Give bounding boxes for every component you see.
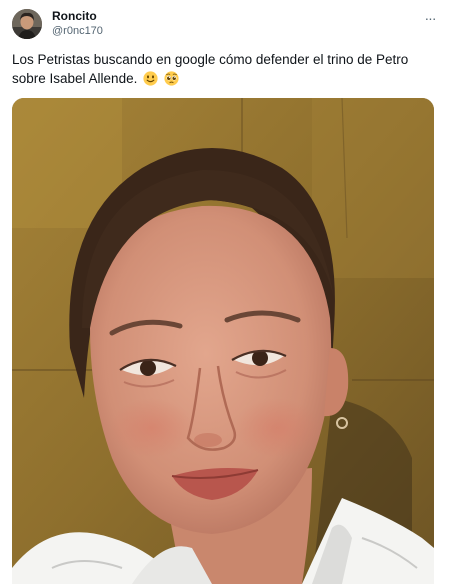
slightly-smiling-face-emoji <box>143 71 158 86</box>
photo-image <box>12 98 434 584</box>
tweet-body: Los Petristas buscando en google cómo de… <box>12 52 409 86</box>
tweet-text: Los Petristas buscando en google cómo de… <box>12 50 443 88</box>
avatar-photo <box>12 9 42 39</box>
more-horizontal-icon: ··· <box>424 10 437 26</box>
tweet-photo[interactable] <box>12 98 434 584</box>
pleading-face-emoji <box>164 71 179 86</box>
display-name[interactable]: Roncito <box>52 9 103 24</box>
more-options-button[interactable]: ··· <box>419 8 441 28</box>
avatar[interactable] <box>12 9 42 39</box>
tweet-header: Roncito @r0nc170 ··· <box>12 6 443 44</box>
author-names: Roncito @r0nc170 <box>52 9 103 38</box>
user-handle[interactable]: @r0nc170 <box>52 24 103 38</box>
tweet-card[interactable]: Roncito @r0nc170 ··· Los Petristas busca… <box>0 0 455 584</box>
